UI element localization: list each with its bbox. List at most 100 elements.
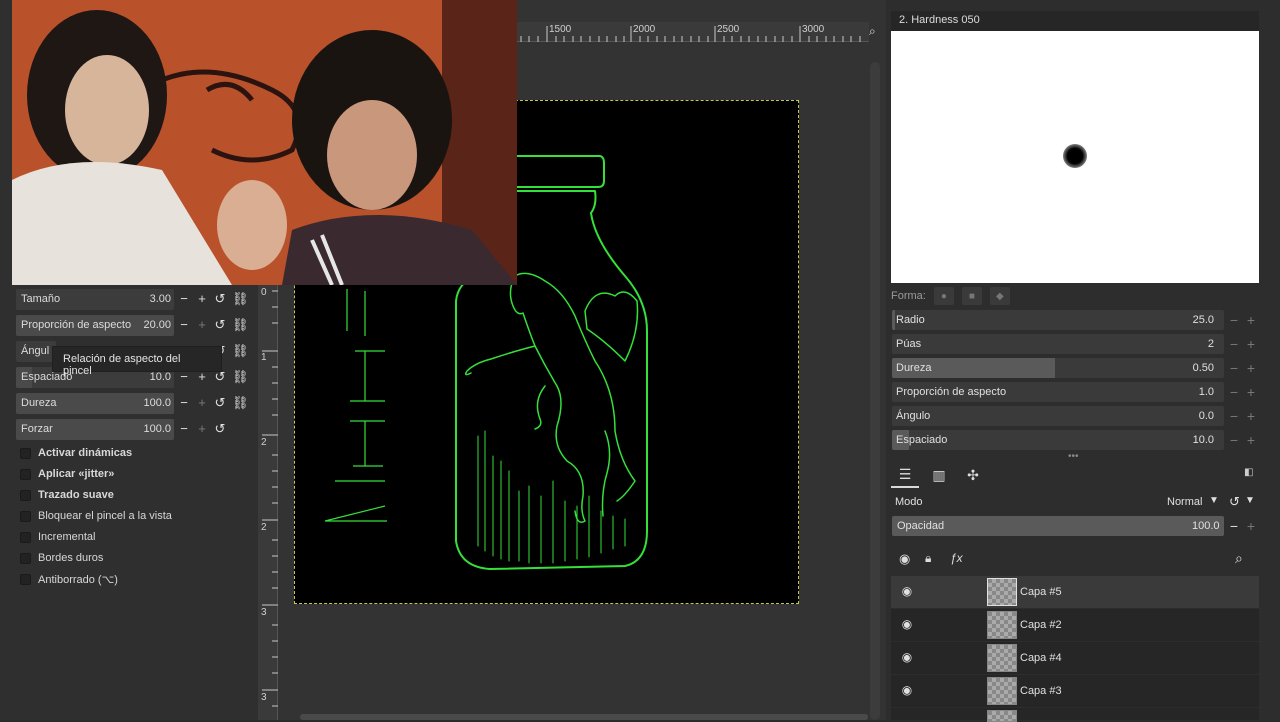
checkbox[interactable] [20, 447, 31, 459]
plus-icon[interactable]: + [194, 395, 210, 411]
search-icon[interactable]: ⌕ [1235, 550, 1243, 567]
effects-icon[interactable]: ƒx [950, 551, 963, 565]
brush-spikes-slider[interactable]: Púas 2 − + [892, 334, 1260, 354]
vruler-tick-0: 0 [261, 287, 267, 298]
layer-row[interactable]: ◉ Capa #3 [891, 675, 1259, 707]
aspect-ratio-slider-bar[interactable]: Proporción de aspecto 20.00 [16, 315, 174, 336]
checkbox[interactable] [20, 552, 31, 564]
plus-icon[interactable]: + [194, 291, 210, 307]
check-smooth[interactable]: Trazado suave [20, 487, 114, 503]
reset-mode-icon[interactable]: ↺ [1229, 494, 1240, 510]
eye-icon[interactable]: ◉ [899, 584, 915, 600]
hardness-label: Dureza [21, 397, 57, 409]
link-icon[interactable]: ⛓ [232, 291, 249, 307]
mode-value[interactable]: Normal [1167, 496, 1202, 508]
reset-icon[interactable]: ↺ [212, 395, 228, 411]
layer-row[interactable]: ◉ Capa #4 [891, 642, 1259, 674]
vertical-scrollbar[interactable] [870, 62, 880, 720]
drag-handle-icon[interactable]: ••• [1068, 452, 1082, 462]
link-icon[interactable]: ⛓ [232, 369, 249, 385]
shape-diamond-icon[interactable]: ◆ [989, 287, 1010, 305]
size-slider[interactable]: Tamaño 3.00 − + ↺ ⛓ [16, 289, 249, 310]
hardness-value: 0.50 [1192, 362, 1214, 374]
layer-row[interactable] [891, 708, 1259, 722]
eye-icon[interactable]: ◉ [899, 650, 915, 666]
spikes-value: 2 [1207, 338, 1214, 350]
check-antierase[interactable]: Antiborrado (⌥) [20, 571, 118, 587]
minus-icon[interactable]: − [176, 395, 192, 411]
minus-icon[interactable]: − [176, 291, 192, 307]
force-slider[interactable]: Forzar 100.0 − + ↺ [16, 419, 246, 440]
minus-icon[interactable]: − [1226, 334, 1242, 354]
force-slider-bar[interactable]: Forzar 100.0 [16, 419, 174, 440]
plus-icon[interactable]: + [1243, 358, 1259, 378]
paths-tab-icon[interactable]: ✣ [959, 462, 987, 488]
panel-menu-icon[interactable]: ◧ [1244, 467, 1256, 479]
check-jitter-label: Aplicar «jitter» [38, 468, 115, 480]
zoom-icon[interactable]: ⌕ [869, 24, 885, 40]
checkbox[interactable] [20, 573, 31, 585]
layer-mode-row[interactable]: Modo Normal ▼ ↺ ▼ [891, 492, 1259, 512]
brush-aspect-slider[interactable]: Proporción de aspecto 1.0 − + [892, 382, 1260, 402]
size-slider-bar[interactable]: Tamaño 3.00 [16, 289, 174, 310]
plus-icon[interactable]: + [1243, 382, 1259, 402]
minus-icon[interactable]: − [1226, 406, 1242, 426]
plus-icon[interactable]: + [1243, 430, 1259, 450]
minus-icon[interactable]: − [1226, 516, 1242, 536]
brush-radius-slider[interactable]: Radio 25.0 − + [892, 310, 1260, 330]
check-jitter[interactable]: Aplicar «jitter» [20, 466, 114, 482]
chevron-down-icon[interactable]: ▼ [1209, 495, 1219, 506]
check-lock-view[interactable]: Bloquear el pincel a la vista [20, 508, 172, 524]
reset-icon[interactable]: ↺ [212, 317, 228, 333]
shape-circle-icon[interactable]: ● [933, 287, 954, 305]
layer-row[interactable]: ◉ Capa #2 [891, 609, 1259, 641]
link-icon[interactable]: ⛓ [232, 317, 249, 333]
eye-icon[interactable]: ◉ [899, 617, 915, 633]
visibility-icon[interactable]: ◉ [899, 551, 910, 567]
plus-icon[interactable]: + [194, 317, 210, 333]
hardness-slider-bar[interactable]: Dureza 100.0 [16, 393, 174, 414]
plus-icon[interactable]: + [1243, 516, 1259, 536]
checkbox[interactable] [20, 489, 31, 501]
brush-spacing-slider[interactable]: Espaciado 10.0 − + [892, 430, 1260, 450]
hardness-slider[interactable]: Dureza 100.0 − + ↺ ⛓ [16, 393, 249, 414]
horizontal-scrollbar[interactable] [300, 714, 868, 720]
brush-hardness-slider[interactable]: Dureza 0.50 − + [892, 358, 1260, 378]
checkbox[interactable] [20, 468, 31, 480]
layer-row[interactable]: ◉ Capa #5 [891, 576, 1259, 608]
link-icon[interactable]: ⛓ [232, 395, 249, 411]
reset-icon[interactable]: ↺ [212, 291, 228, 307]
layer-opacity-slider[interactable]: Opacidad 100.0 − + [892, 516, 1260, 536]
tooltip: Relación de aspecto del pincel [52, 346, 222, 377]
plus-icon[interactable]: + [1243, 406, 1259, 426]
plus-icon[interactable]: + [1243, 310, 1259, 330]
brush-angle-slider[interactable]: Ángulo 0.0 − + [892, 406, 1260, 426]
minus-icon[interactable]: − [1226, 382, 1242, 402]
chevron-down-icon[interactable]: ▼ [1245, 495, 1255, 506]
layer-thumbnail [987, 611, 1017, 639]
minus-icon[interactable]: − [176, 317, 192, 333]
angle-slider-bar[interactable]: Ángul [16, 341, 56, 362]
channels-tab-icon[interactable]: ▥ [925, 462, 953, 488]
reset-icon[interactable]: ↺ [212, 421, 228, 437]
minus-icon[interactable]: − [176, 421, 192, 437]
check-dynamics-label: Activar dinámicas [38, 447, 133, 459]
eye-icon[interactable]: ◉ [899, 683, 915, 699]
checkbox[interactable] [20, 510, 31, 522]
spacing-label: Espaciado [896, 434, 948, 446]
plus-icon[interactable]: + [194, 421, 210, 437]
check-incremental[interactable]: Incremental [20, 529, 95, 545]
link-icon[interactable]: ⛓ [232, 343, 249, 359]
lock-icon[interactable]: 🔒︎ [925, 551, 931, 566]
minus-icon[interactable]: − [1226, 358, 1242, 378]
minus-icon[interactable]: − [1226, 430, 1242, 450]
checkbox[interactable] [20, 531, 31, 543]
vruler-tick-2b: 2 [261, 522, 267, 533]
check-dynamics[interactable]: Activar dinámicas [20, 445, 132, 461]
plus-icon[interactable]: + [1243, 334, 1259, 354]
minus-icon[interactable]: − [1226, 310, 1242, 330]
layers-tab-icon[interactable]: ☰ [891, 462, 919, 488]
check-hard-edges[interactable]: Bordes duros [20, 550, 103, 566]
shape-square-icon[interactable]: ■ [961, 287, 982, 305]
aspect-ratio-slider[interactable]: Proporción de aspecto 20.00 − + ↺ ⛓ [16, 315, 249, 336]
